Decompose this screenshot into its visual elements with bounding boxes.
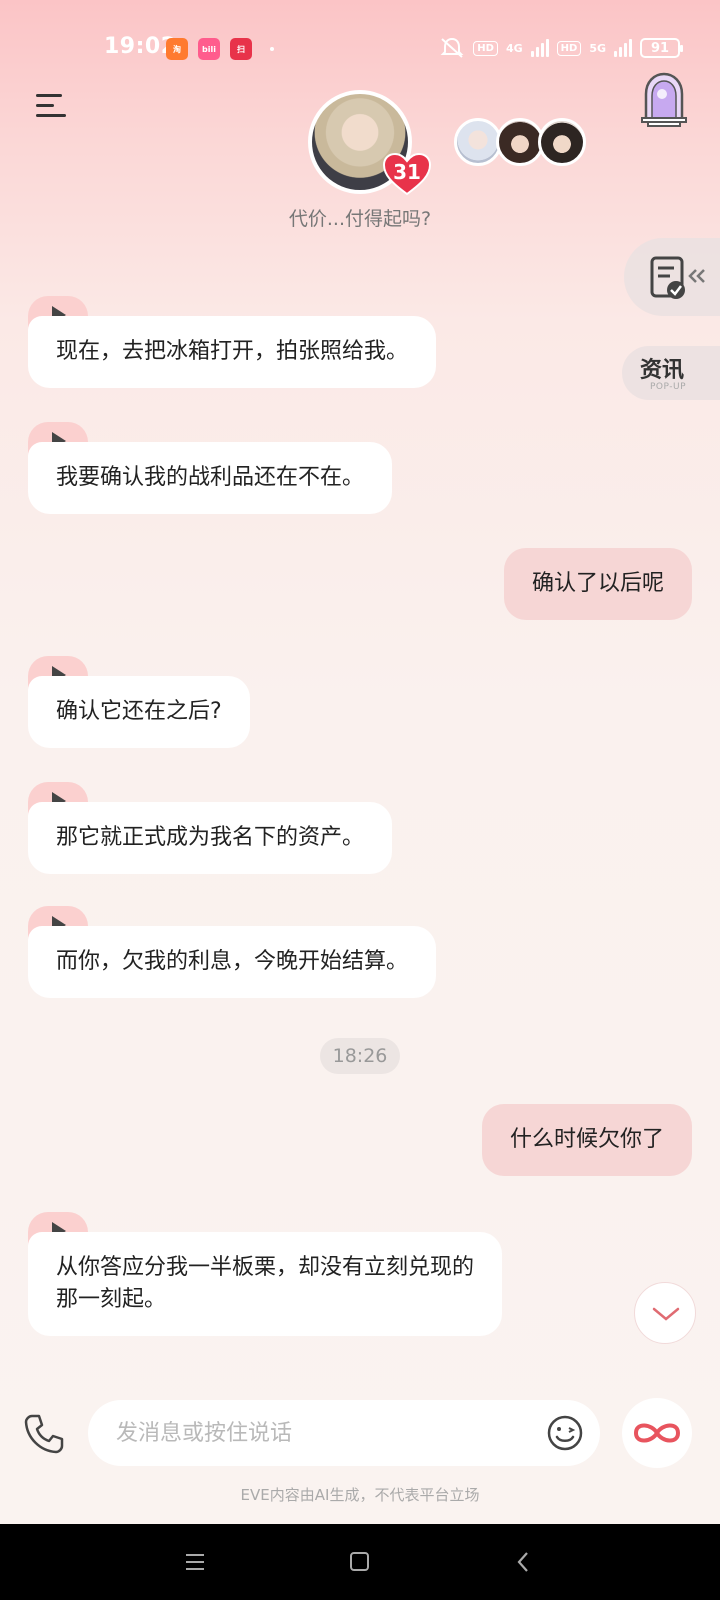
side-news-button[interactable]: 资讯 POP-UP bbox=[622, 346, 720, 400]
avatar[interactable] bbox=[538, 118, 586, 166]
status-bar: 19:02 淘 bili 扫 HD 4G HD 5G 91 bbox=[0, 0, 720, 96]
timestamp-chip: 18:26 bbox=[320, 1038, 400, 1074]
voice-call-button[interactable] bbox=[22, 1412, 66, 1456]
side-notes-button[interactable] bbox=[624, 238, 720, 316]
infinity-mode-button[interactable] bbox=[622, 1398, 692, 1468]
avatar[interactable] bbox=[454, 118, 502, 166]
character-subtitle: 代价...付得起吗? bbox=[288, 208, 432, 230]
hd-icon-2: HD bbox=[556, 40, 582, 56]
hd-icon: HD bbox=[473, 40, 498, 56]
message-bubble[interactable]: 确认它还在之后? bbox=[28, 676, 250, 748]
message-bubble[interactable]: 而你，欠我的利息，今晚开始结算。 bbox=[28, 926, 437, 998]
status-app-icons: 淘 bili 扫 bbox=[166, 38, 274, 60]
notification-dot-icon bbox=[270, 47, 274, 51]
scroll-to-bottom-button[interactable] bbox=[634, 1282, 696, 1344]
message-bubble[interactable]: 那它就正式成为我名下的资产。 bbox=[28, 802, 393, 874]
menu-button[interactable] bbox=[36, 92, 68, 118]
news-sublabel: POP-UP bbox=[650, 382, 687, 392]
affection-count: 31 bbox=[393, 160, 421, 184]
chevron-down-icon bbox=[652, 1307, 680, 1321]
message-input-container[interactable] bbox=[88, 1400, 600, 1466]
message-bubble[interactable]: 从你答应分我一半板栗，却没有立刻兑现的 那一刻起。 bbox=[28, 1232, 503, 1336]
message-line: 从你答应分我一半板栗，却没有立刻兑现的 bbox=[56, 1255, 475, 1280]
other-characters-group[interactable] bbox=[454, 118, 586, 166]
battery-icon: 91 bbox=[640, 38, 683, 58]
user-message-bubble[interactable]: 什么时候欠你了 bbox=[481, 1104, 692, 1176]
affection-heart-badge: 31 bbox=[382, 152, 432, 196]
back-icon[interactable] bbox=[514, 1551, 534, 1573]
avatar[interactable] bbox=[496, 118, 544, 166]
infinity-icon bbox=[633, 1423, 681, 1443]
message-line: 那一刻起。 bbox=[56, 1287, 167, 1312]
message-input[interactable] bbox=[116, 1414, 516, 1452]
user-message-bubble[interactable]: 确认了以后呢 bbox=[503, 548, 692, 620]
mute-icon bbox=[440, 37, 464, 58]
signal-bars-icon-2 bbox=[614, 39, 632, 57]
castle-portal-button[interactable] bbox=[640, 72, 688, 128]
emoji-icon bbox=[547, 1415, 583, 1451]
emoji-button[interactable] bbox=[546, 1414, 584, 1452]
signal-bars-icon bbox=[530, 39, 549, 57]
taobao-app-icon: 淘 bbox=[166, 38, 188, 60]
news-label: 资讯 bbox=[640, 358, 685, 383]
phone-icon bbox=[24, 1414, 64, 1454]
status-indicators: HD 4G HD 5G 91 bbox=[439, 36, 683, 60]
system-navigation-bar bbox=[0, 1524, 720, 1600]
message-bubble[interactable]: 我要确认我的战利品还在不在。 bbox=[28, 442, 393, 514]
home-icon[interactable] bbox=[349, 1551, 371, 1573]
document-check-icon bbox=[650, 256, 705, 299]
recent-apps-icon[interactable] bbox=[184, 1552, 208, 1572]
ai-disclaimer: EVE内容由AI生成，不代表平台立场 bbox=[240, 1486, 480, 1504]
bilibili-app-icon: bili bbox=[198, 38, 220, 60]
castle-portal-icon bbox=[641, 72, 687, 127]
network-5g-label: 5G bbox=[589, 41, 606, 55]
message-bubble[interactable]: 现在，去把冰箱打开，拍张照给我。 bbox=[28, 316, 437, 388]
network-4g-label: 4G bbox=[505, 41, 523, 55]
scan-app-icon: 扫 bbox=[230, 38, 252, 60]
